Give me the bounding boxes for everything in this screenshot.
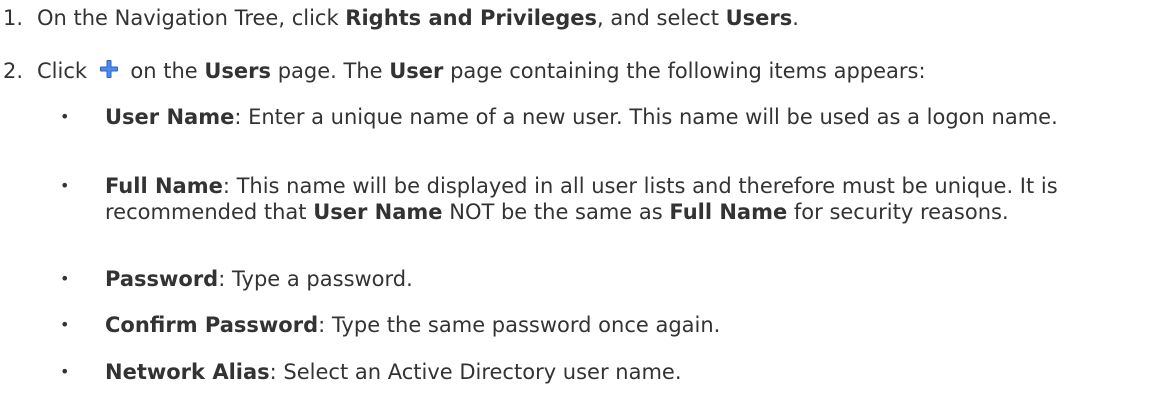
bullet: • [60,269,70,288]
bullet: • [60,176,70,195]
bullet: • [60,362,70,381]
step-text-part: On the Navigation Tree, click [37,6,346,30]
bullet: • [60,107,70,126]
step-text-part: , and select [597,6,726,30]
users-term: Users [725,6,793,30]
item-term: Password [105,267,219,291]
step-number: 1. [3,6,24,30]
step-text-part: . [792,6,799,30]
full-name-term: Full Name [669,200,788,224]
list-item-text: Password: Type a password. [105,266,1125,292]
bullet: • [60,315,70,334]
user-term: User [389,59,444,83]
list-item-text: Network Alias: Select an Active Director… [105,359,1125,385]
help-document: 1. On the Navigation Tree, click Rights … [0,0,1158,400]
user-name-term: User Name [313,200,443,224]
item-description: NOT be the same as [442,200,670,224]
item-description: : Type a password. [218,267,413,291]
step-text-part: on the [123,59,205,83]
rights-and-privileges-term: Rights and Privileges [345,6,598,30]
item-description: : Enter a unique name of a new user. Thi… [234,105,1058,129]
list-item-text: User Name: Enter a unique name of a new … [105,104,1125,130]
list-item-text: Confirm Password: Type the same password… [105,312,1125,338]
step-text-part: page. The [271,59,390,83]
item-description: : Select an Active Directory user name. [269,360,682,384]
step-text-part: Click [37,59,94,83]
plus-icon[interactable] [98,58,120,80]
item-description: for security reasons. [787,200,1009,224]
step-text: Click on the Users page. The User page c… [37,58,926,84]
item-description: : Type the same password once again. [318,313,721,337]
list-item-text: Full Name: This name will be displayed i… [105,173,1125,225]
item-term: Confirm Password [105,313,319,337]
step-text: On the Navigation Tree, click Rights and… [37,5,799,31]
item-term: Full Name [105,174,223,198]
step-number: 2. [3,59,24,83]
item-term: User Name [105,105,235,129]
step-text-part: page containing the following items appe… [443,59,926,83]
item-term: Network Alias [105,360,270,384]
users-term: Users [204,59,272,83]
